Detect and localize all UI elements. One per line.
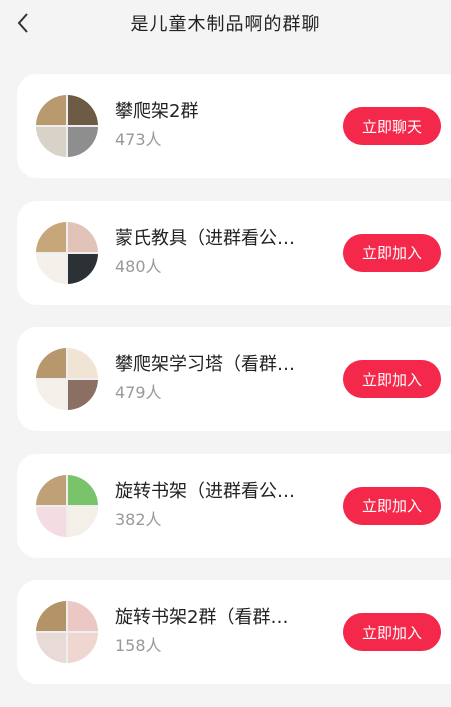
group-card[interactable]: 攀爬架2群 473人 立即聊天: [17, 74, 451, 178]
group-name: 攀爬架学习塔（看群…: [115, 354, 295, 375]
join-now-button[interactable]: 立即加入: [343, 233, 441, 272]
avatar-tile: [36, 380, 66, 410]
group-name: 攀爬架2群: [115, 101, 199, 122]
avatar-tile: [36, 221, 66, 252]
avatar-tile: [36, 95, 66, 125]
member-count: 382人: [115, 509, 162, 529]
page-title: 是儿童木制品啊的群聊: [130, 14, 321, 35]
avatar-tile: [68, 633, 98, 663]
group-name: 旋转书架（进群看公…: [115, 480, 295, 502]
group-card[interactable]: 蒙氏教具（进群看公… 480人 立即加入: [17, 200, 451, 305]
member-count: 479人: [115, 383, 162, 402]
join-now-button[interactable]: 立即加入: [343, 360, 441, 398]
group-avatar: [36, 474, 98, 537]
group-card[interactable]: 攀爬架学习塔（看群… 479人 立即加入: [17, 327, 451, 431]
group-avatar: [36, 601, 98, 663]
avatar-tile: [36, 506, 66, 537]
group-list: 攀爬架2群 473人 立即聊天 蒙氏教具（进群看公… 480人 立即加入 攀爬架…: [17, 74, 451, 707]
header-bar: 是儿童木制品啊的群聊: [0, 0, 451, 46]
join-now-button[interactable]: 立即加入: [343, 613, 441, 651]
group-info: 攀爬架2群 473人: [115, 100, 325, 150]
member-count: 158人: [115, 636, 162, 655]
group-name: 旋转书架2群（看群…: [115, 607, 289, 628]
avatar-tile: [68, 95, 98, 125]
group-info: 蒙氏教具（进群看公… 480人: [115, 227, 325, 277]
avatar-tile: [36, 348, 66, 378]
avatar-tile: [36, 127, 66, 157]
group-name: 蒙氏教具（进群看公…: [115, 227, 295, 249]
avatar-tile: [68, 127, 98, 157]
avatar-tile: [36, 474, 66, 505]
group-avatar: [36, 348, 98, 410]
avatar-tile: [68, 253, 98, 284]
avatar-tile: [68, 221, 98, 252]
avatar-tile: [36, 253, 66, 284]
avatar-tile: [68, 348, 98, 378]
chat-now-button[interactable]: 立即聊天: [343, 107, 441, 145]
chevron-left-icon: [17, 13, 28, 33]
group-card[interactable]: 旋转书架（进群看公… 382人 立即加入: [17, 453, 451, 558]
avatar-tile: [36, 601, 66, 631]
back-button[interactable]: [12, 10, 34, 36]
group-avatar: [36, 221, 98, 284]
group-avatar: [36, 95, 98, 157]
member-count: 480人: [115, 256, 162, 276]
avatar-tile: [68, 380, 98, 410]
avatar-tile: [68, 474, 98, 505]
avatar-tile: [68, 506, 98, 537]
group-info: 旋转书架（进群看公… 382人: [115, 480, 325, 530]
avatar-tile: [36, 633, 66, 663]
group-info: 旋转书架2群（看群… 158人: [115, 606, 325, 656]
group-card[interactable]: 旋转书架2群（看群… 158人 立即加入: [17, 580, 451, 684]
member-count: 473人: [115, 130, 162, 149]
avatar-tile: [68, 601, 98, 631]
join-now-button[interactable]: 立即加入: [343, 486, 441, 525]
group-info: 攀爬架学习塔（看群… 479人: [115, 353, 325, 403]
